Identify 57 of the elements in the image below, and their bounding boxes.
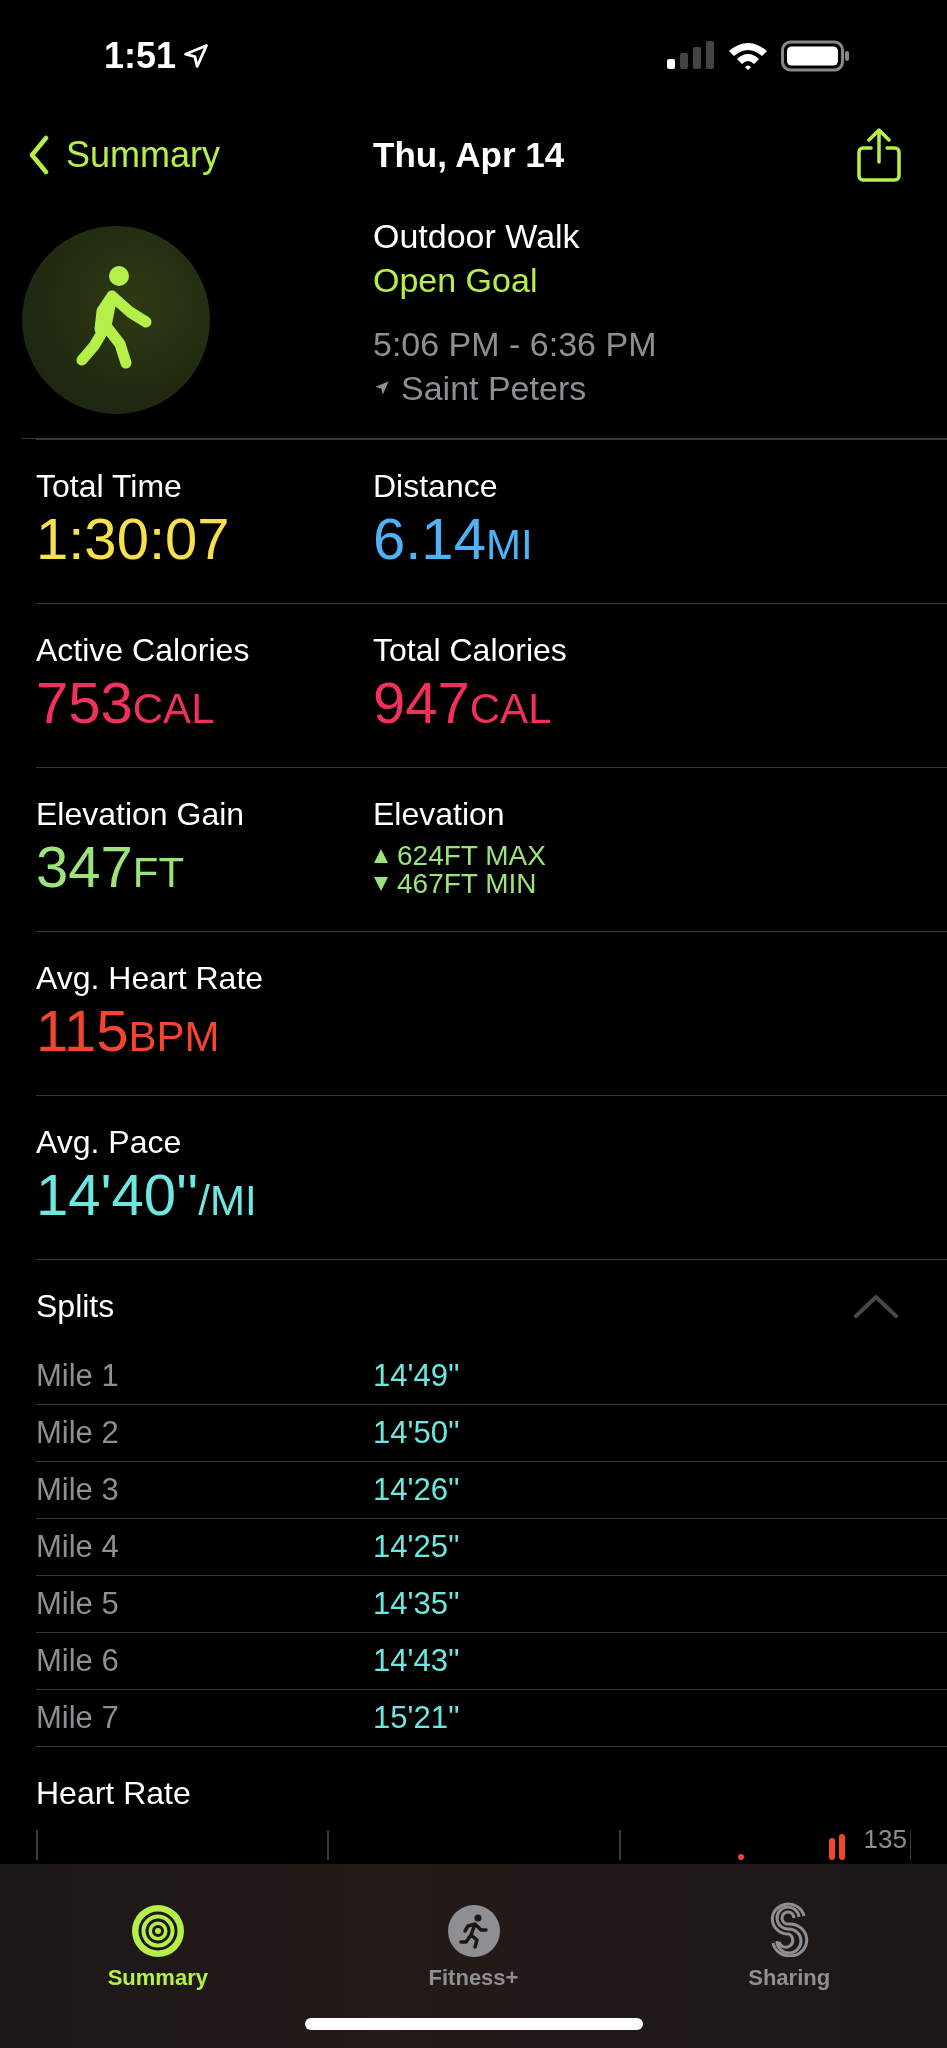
battery-icon [781, 40, 851, 72]
metric-value: 347FT [36, 834, 185, 901]
tab[interactable]: Sharing [631, 1882, 947, 1992]
location-arrow-icon [373, 379, 391, 397]
workout-location: Saint Peters [401, 368, 587, 409]
elevation-min: 467FT MIN [397, 870, 537, 898]
share-icon[interactable] [857, 128, 901, 182]
split-pace: 15'21'' [373, 1700, 460, 1736]
metric-value: 753CAL [36, 670, 215, 737]
split-label: Mile 2 [36, 1415, 120, 1451]
back-button[interactable]: Summary [28, 134, 221, 176]
split-pace: 14'25'' [373, 1529, 460, 1565]
location-arrow-icon [182, 42, 211, 70]
split-pace: 14'43'' [373, 1643, 460, 1679]
split-label: Mile 6 [36, 1643, 120, 1679]
split-label: Mile 1 [36, 1358, 120, 1394]
tab[interactable]: Fitness+ [315, 1882, 632, 1992]
walking-figure-icon [22, 226, 210, 414]
metric-label: Avg. Pace [36, 1123, 183, 1162]
chevron-left-icon [28, 135, 50, 175]
chart-max-label: 135 [863, 1824, 907, 1855]
elevation-max: 624FT MAX [397, 842, 546, 870]
split-label: Mile 5 [36, 1586, 120, 1622]
triangle-down-icon [373, 876, 389, 892]
split-label: Mile 4 [36, 1529, 120, 1565]
workout-time-range: 5:06 PM - 6:36 PM [373, 324, 657, 365]
triangle-up-icon [373, 848, 389, 864]
metric-label: Avg. Heart Rate [36, 959, 265, 998]
split-pace: 14'35'' [373, 1586, 460, 1622]
metric-value: 6.14MI [373, 506, 533, 573]
tab[interactable]: Summary [0, 1882, 316, 1992]
metric-label: Elevation Gain [36, 795, 246, 834]
split-pace: 14'49'' [373, 1358, 460, 1394]
metric-value: 115BPM [36, 998, 220, 1065]
workout-name: Outdoor Walk [373, 216, 581, 257]
split-pace: 14'50'' [373, 1415, 460, 1451]
runner-icon [447, 1905, 500, 1957]
wifi-icon [727, 41, 769, 71]
metric-value: 1:30:07 [36, 506, 230, 572]
page-title: Thu, Apr 14 [373, 135, 565, 175]
metric-label: Total Calories [373, 631, 568, 670]
sharing-icon [769, 1901, 810, 1957]
metric-label: Total Time [36, 467, 183, 506]
rings-icon [131, 1905, 184, 1957]
metric-value: 14'40''/MI [36, 1162, 257, 1229]
splits-title: Splits [36, 1287, 115, 1325]
workout-goal: Open Goal [373, 260, 539, 301]
split-pace: 14'26'' [373, 1472, 460, 1508]
heart-rate-title: Heart Rate [36, 1775, 191, 1811]
status-time: 1:51 [104, 35, 177, 77]
signal-icon [667, 41, 715, 71]
metric-label: Distance [373, 467, 499, 506]
split-label: Mile 3 [36, 1472, 120, 1508]
metric-label: Active Calories [36, 631, 251, 670]
split-label: Mile 7 [36, 1700, 120, 1736]
metric-label: Elevation [373, 795, 506, 834]
metric-value: 947CAL [373, 670, 552, 737]
